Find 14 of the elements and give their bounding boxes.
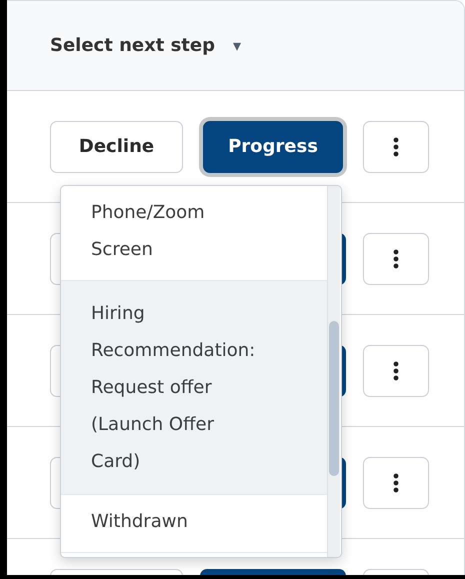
more-button[interactable] bbox=[363, 456, 429, 508]
column-title: Select next step bbox=[50, 35, 216, 56]
more-dots-icon bbox=[393, 248, 399, 268]
progress-button[interactable]: Progress bbox=[203, 120, 343, 172]
more-dots-icon bbox=[393, 136, 399, 156]
scrollbar[interactable] bbox=[327, 186, 340, 557]
more-button[interactable] bbox=[363, 232, 429, 284]
caret-icon[interactable]: ▾ bbox=[233, 36, 242, 55]
menu-item[interactable]: Hiring Recommendation: Request offer (Launch Offer Card) bbox=[61, 281, 327, 495]
more-button[interactable] bbox=[363, 120, 429, 172]
more-dots-icon bbox=[393, 472, 399, 492]
more-dots-icon bbox=[393, 360, 399, 380]
decline-button[interactable]: Decline bbox=[50, 120, 183, 172]
more-button[interactable] bbox=[363, 344, 429, 396]
